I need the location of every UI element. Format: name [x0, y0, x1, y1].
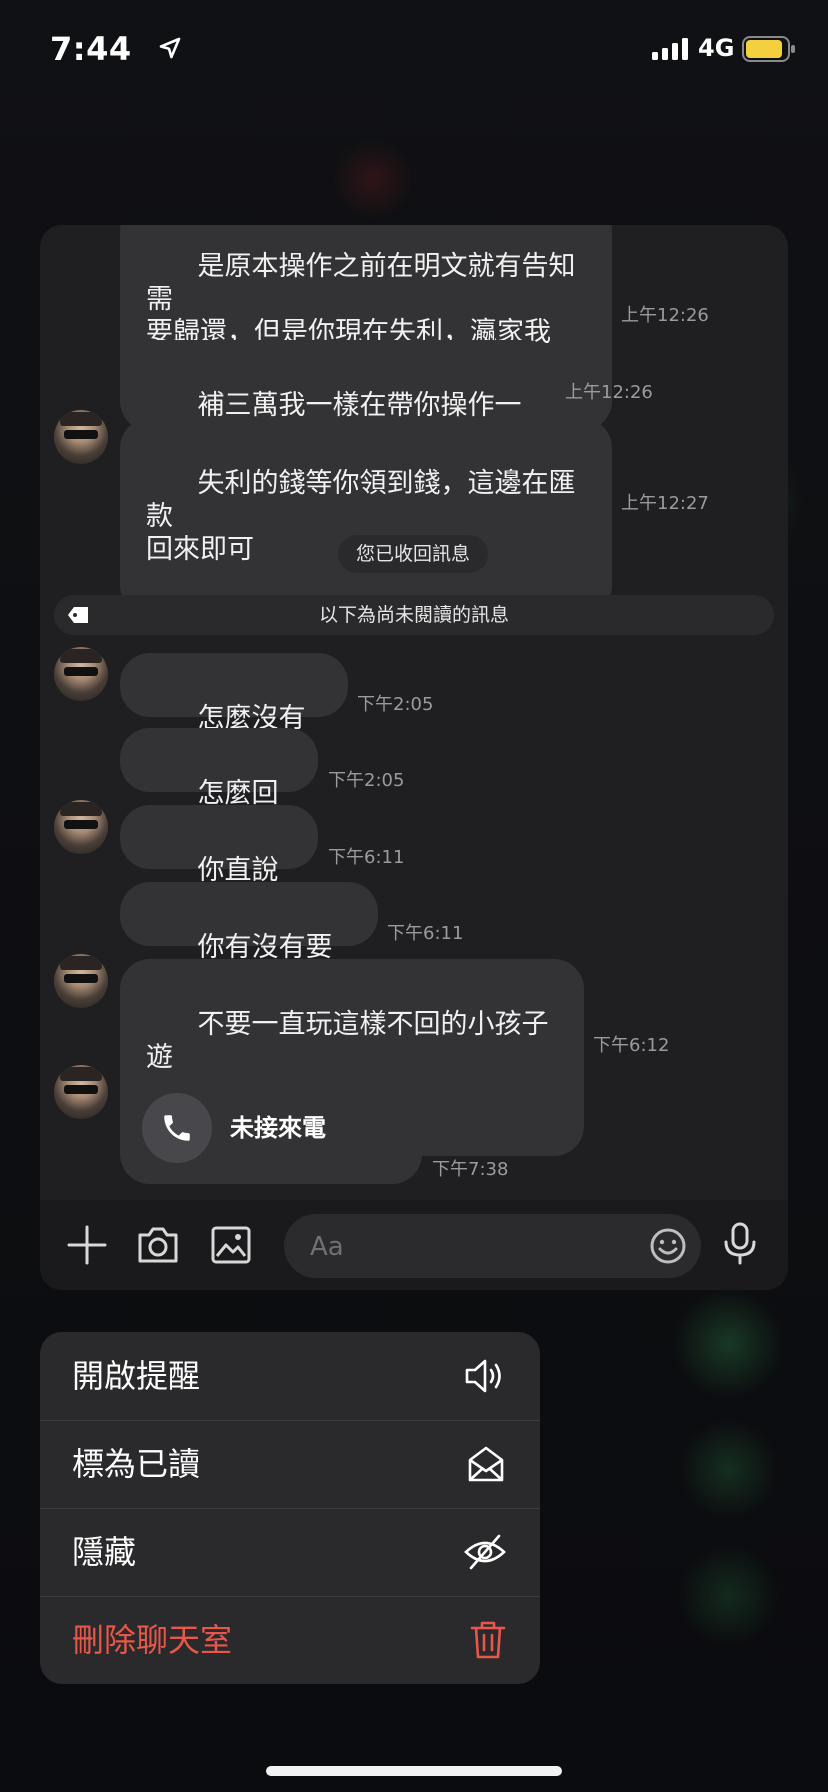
message-bubble[interactable]: 你有沒有要處理 [120, 882, 378, 996]
message-time: 上午12:26 [565, 382, 653, 403]
message-input-field[interactable] [284, 1214, 701, 1280]
message-time: 下午2:05 [328, 770, 405, 791]
menu-item-label: 隱藏 [72, 1533, 137, 1571]
message-input[interactable] [308, 1214, 632, 1280]
message-time: 下午6:11 [328, 847, 405, 868]
avatar[interactable] [54, 647, 108, 701]
menu-item-label: 標為已讀 [72, 1445, 201, 1483]
trash-icon [470, 1620, 506, 1664]
message-time: 下午2:05 [357, 694, 434, 715]
menu-item-mark-as-read[interactable]: 標為已讀 [40, 1420, 540, 1508]
message-bubble[interactable]: 補三萬我一樣在帶你操作一次 [120, 340, 556, 454]
network-type: 4G [698, 34, 735, 62]
avatar[interactable] [54, 1065, 108, 1119]
message-bubble[interactable]: 你直說吧！ [120, 805, 318, 919]
context-menu: 開啟提醒 標為已讀 隱藏 刪除聊天室 [40, 1332, 540, 1684]
unread-divider-label: 以下為尚未閱讀的訊息 [318, 604, 509, 626]
image-icon[interactable] [210, 1224, 252, 1270]
emoji-icon[interactable] [649, 1227, 687, 1269]
message-input-bar [40, 1200, 788, 1290]
location-arrow-icon [158, 36, 182, 64]
cellular-signal-icon [652, 38, 690, 64]
avatar[interactable] [54, 800, 108, 854]
plus-icon[interactable] [66, 1224, 108, 1270]
missed-call-label: 未接來電 [230, 1114, 326, 1142]
menu-item-label: 開啟提醒 [72, 1357, 201, 1395]
microphone-icon[interactable] [722, 1222, 758, 1270]
message-time: 下午6:12 [593, 1035, 670, 1056]
message-bubble[interactable]: 怎麼沒有回覆 [120, 653, 348, 767]
menu-item-enable-notifications[interactable]: 開啟提醒 [40, 1332, 540, 1420]
chat-preview: 是原本操作之前在明文就有告知需 要歸還，但是你現在失利，瀛家我 也不想讓你這樣虧… [40, 225, 788, 1290]
recalled-notice: 您已收回訊息 [338, 535, 489, 573]
status-time: 7:44 [50, 30, 132, 68]
missed-call-bubble[interactable]: 未接來電 [120, 1072, 422, 1184]
avatar[interactable] [54, 954, 108, 1008]
menu-item-label: 刪除聊天室 [72, 1621, 233, 1659]
message-time: 下午6:11 [387, 923, 464, 944]
menu-item-delete-chat[interactable]: 刪除聊天室 [40, 1596, 540, 1684]
message-bubble[interactable]: 失利的錢等你領到錢，這邊在匯款 回來即可 [120, 418, 612, 615]
phone-icon [142, 1093, 212, 1163]
unread-divider: 以下為尚未閱讀的訊息 [54, 595, 774, 635]
speaker-icon [464, 1356, 506, 1400]
battery-icon [742, 36, 796, 66]
menu-item-hide[interactable]: 隱藏 [40, 1508, 540, 1596]
eye-slash-icon [464, 1532, 506, 1576]
message-time: 下午7:38 [432, 1159, 509, 1180]
message-list: 是原本操作之前在明文就有告知需 要歸還，但是你現在失利，瀛家我 也不想讓你這樣虧… [40, 225, 788, 1200]
open-envelope-icon [466, 1444, 506, 1488]
message-bubble[interactable]: 怎麼回事？ [120, 728, 318, 842]
message-time: 上午12:26 [621, 305, 709, 326]
camera-icon[interactable] [136, 1224, 180, 1270]
status-bar: 7:44 4G [0, 0, 828, 100]
avatar[interactable] [54, 410, 108, 464]
message-time: 上午12:27 [621, 493, 709, 514]
home-indicator[interactable] [266, 1766, 562, 1776]
